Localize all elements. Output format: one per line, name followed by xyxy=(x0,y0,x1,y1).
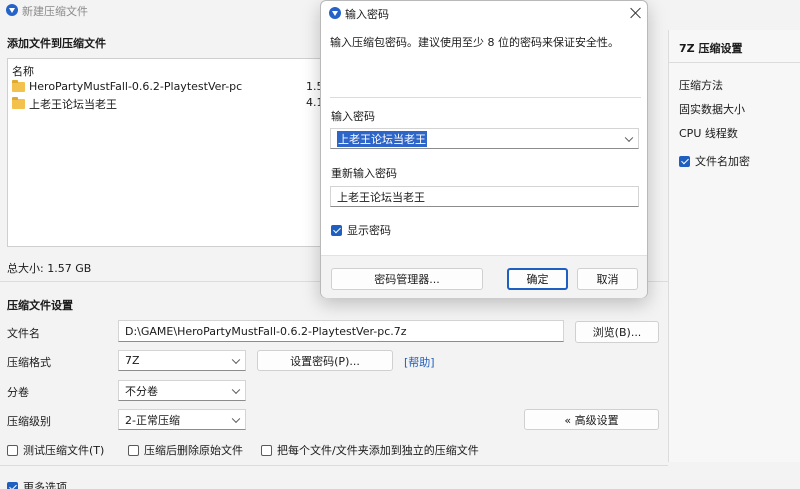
password-input[interactable]: 上老王论坛当老王 xyxy=(330,128,639,149)
file-name: HeroPartyMustFall-0.6.2-PlaytestVer-pc xyxy=(29,80,243,93)
advanced-settings-button[interactable]: « 高级设置 xyxy=(524,409,659,430)
format-label: 压缩格式 xyxy=(7,356,51,369)
footer-divider xyxy=(0,465,668,466)
chevron-down-icon xyxy=(231,355,241,364)
show-password-checkbox[interactable]: 显示密码 xyxy=(331,222,391,238)
dialog-divider xyxy=(330,97,641,98)
show-password-label: 显示密码 xyxy=(347,224,391,237)
list-header-name[interactable]: 名称 xyxy=(12,63,34,79)
test-archive-label: 测试压缩文件(T) xyxy=(23,444,105,457)
level-select[interactable]: 2-正常压缩 xyxy=(118,409,246,430)
7z-settings-panel: 7Z 压缩设置 压缩方法 固实数据大小 CPU 线程数 文件名加密 xyxy=(668,30,800,462)
method-label: 压缩方法 xyxy=(679,79,723,92)
separate-archives-checkbox[interactable]: 把每个文件/文件夹添加到独立的压缩文件 xyxy=(261,442,479,458)
delete-source-label: 压缩后删除原始文件 xyxy=(144,444,243,457)
add-files-heading: 添加文件到压缩文件 xyxy=(7,37,106,50)
list-item[interactable]: 上老王论坛当老王 xyxy=(12,96,117,112)
close-icon[interactable] xyxy=(629,6,643,20)
chevron-down-icon xyxy=(231,385,241,394)
checkbox-icon xyxy=(331,224,342,236)
level-value: 2-正常压缩 xyxy=(125,413,180,427)
folder-icon xyxy=(12,79,25,92)
cancel-button[interactable]: 取消 xyxy=(577,268,638,290)
file-name: 上老王论坛当老王 xyxy=(29,98,117,111)
ok-button[interactable]: 确定 xyxy=(507,268,568,290)
dialog-title: 输入密码 xyxy=(345,8,389,21)
checkbox-icon xyxy=(7,444,18,456)
filename-label: 文件名 xyxy=(7,327,40,340)
password-value: 上老王论坛当老王 xyxy=(337,130,427,147)
total-size: 总大小: 1.57 GB xyxy=(7,262,92,275)
panel-divider xyxy=(669,62,800,63)
volume-label: 分卷 xyxy=(7,386,29,399)
level-label: 压缩级别 xyxy=(7,415,51,428)
checkbox-icon xyxy=(7,481,18,489)
set-password-button[interactable]: 设置密码(P)... xyxy=(257,350,393,371)
filename-input[interactable]: D:\GAME\HeroPartyMustFall-0.6.2-Playtest… xyxy=(118,320,564,342)
more-options-checkbox[interactable]: 更多选项 xyxy=(7,479,67,489)
format-select[interactable]: 7Z xyxy=(118,350,246,371)
checkbox-icon xyxy=(261,444,272,456)
password-manager-button[interactable]: 密码管理器... xyxy=(331,268,483,290)
cpu-threads-label: CPU 线程数 xyxy=(679,127,738,140)
chevron-down-icon xyxy=(231,414,241,423)
password-label: 输入密码 xyxy=(331,110,375,123)
window-title: 新建压缩文件 xyxy=(22,5,88,18)
dialog-button-bar: 密码管理器... 确定 取消 xyxy=(321,255,647,298)
password-dialog: 输入密码 输入压缩包密码。建议使用至少 8 位的密码来保证安全性。 输入密码 上… xyxy=(320,0,648,298)
encrypt-filenames-label: 文件名加密 xyxy=(695,155,750,168)
separate-archives-label: 把每个文件/文件夹添加到独立的压缩文件 xyxy=(277,444,479,457)
file-list[interactable]: 名称 HeroPartyMustFall-0.6.2-PlaytestVer-p… xyxy=(7,58,329,247)
help-link[interactable]: [帮助] xyxy=(404,354,435,370)
solid-size-label: 固实数据大小 xyxy=(679,103,745,116)
format-value: 7Z xyxy=(125,354,140,367)
dialog-app-icon xyxy=(329,7,341,19)
volume-select[interactable]: 不分卷 xyxy=(118,380,246,401)
test-archive-checkbox[interactable]: 测试压缩文件(T) xyxy=(7,442,104,458)
7z-settings-heading: 7Z 压缩设置 xyxy=(679,42,743,55)
settings-heading: 压缩文件设置 xyxy=(7,299,73,312)
delete-source-checkbox[interactable]: 压缩后删除原始文件 xyxy=(128,442,243,458)
folder-icon xyxy=(12,97,25,109)
confirm-password-label: 重新输入密码 xyxy=(331,167,397,180)
list-item[interactable]: HeroPartyMustFall-0.6.2-PlaytestVer-pc xyxy=(12,79,243,93)
dialog-instruction: 输入压缩包密码。建议使用至少 8 位的密码来保证安全性。 xyxy=(330,36,619,49)
volume-value: 不分卷 xyxy=(125,384,158,398)
chevron-down-icon xyxy=(624,133,634,142)
confirm-password-input[interactable]: 上老王论坛当老王 xyxy=(330,186,639,207)
checkbox-icon xyxy=(679,155,690,167)
more-options-label: 更多选项 xyxy=(23,481,67,489)
app-icon xyxy=(6,4,18,16)
encrypt-filenames-checkbox[interactable]: 文件名加密 xyxy=(679,153,750,169)
checkbox-icon xyxy=(128,444,139,456)
browse-button[interactable]: 浏览(B)... xyxy=(575,321,659,343)
